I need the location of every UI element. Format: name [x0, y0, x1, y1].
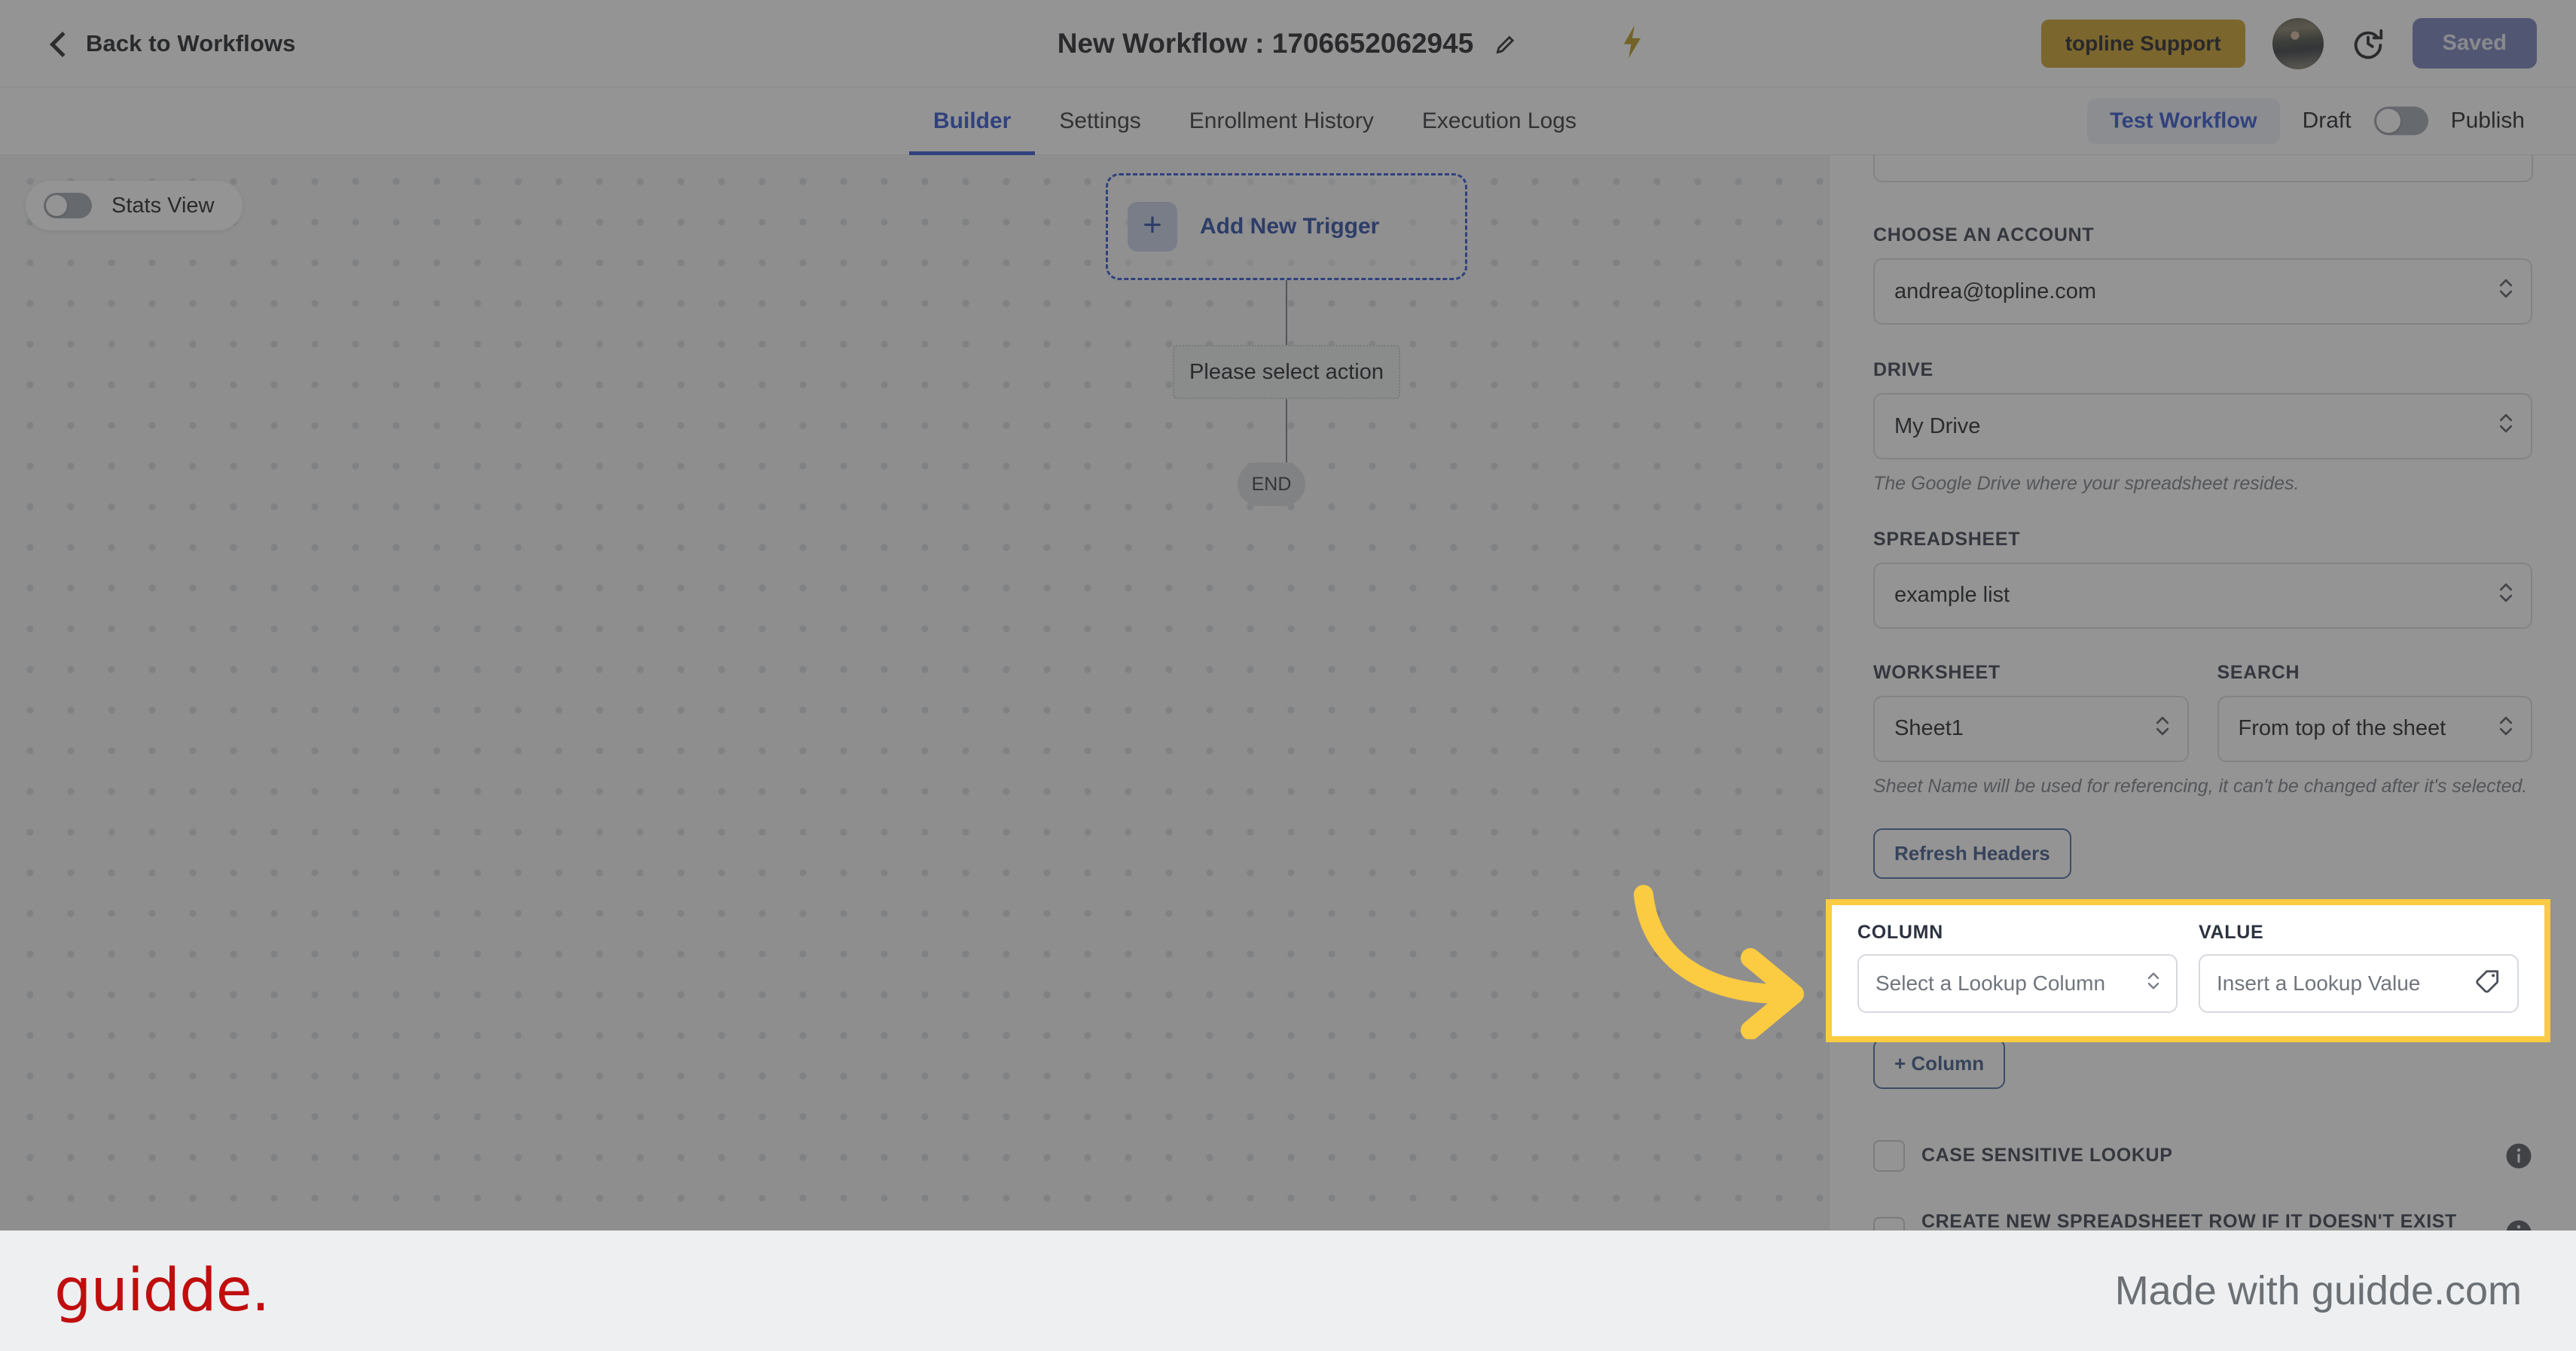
lookup-column-value-highlight: COLUMN Select a Lookup Column VALUE Inse…	[1826, 899, 2550, 1042]
case-sensitive-lookup-label: Case Sensitive Lookup	[1921, 1145, 2173, 1166]
search-select[interactable]: From top of the sheet	[2217, 695, 2532, 762]
add-column-button[interactable]: + Column	[1873, 1038, 2006, 1089]
account-label: Choose an Account	[1873, 224, 2095, 245]
drive-label: Drive	[1873, 359, 1934, 380]
drive-helper-text: The Google Drive where your spreadsheet …	[1873, 473, 2300, 494]
action-config-panel: Choose an Account andrea@topline.com Dri…	[1829, 155, 2576, 1351]
publish-toggle-knob	[2376, 108, 2401, 133]
chevron-left-icon	[48, 33, 69, 54]
chevron-updown-icon	[2146, 968, 2161, 999]
stats-view-switch[interactable]	[44, 193, 92, 218]
spreadsheet-select[interactable]: example list	[1873, 562, 2532, 629]
chevron-updown-icon	[2154, 712, 2171, 746]
save-button[interactable]: Saved	[2412, 18, 2537, 69]
lookup-column-placeholder: Select a Lookup Column	[1876, 971, 2106, 995]
plus-icon: +	[1128, 202, 1177, 252]
guidde-logo: guidde.	[54, 1257, 270, 1325]
worksheet-select[interactable]: Sheet1	[1873, 695, 2189, 762]
worksheet-search-row: Worksheet Sheet1 Search From top of the …	[1873, 662, 2532, 762]
account-value: andrea@topline.com	[1894, 279, 2097, 303]
flow-connector	[1286, 399, 1287, 462]
tag-icon[interactable]	[2474, 967, 2502, 1001]
lightning-bolt-icon[interactable]	[1618, 23, 1647, 63]
support-badge[interactable]: topline Support	[2040, 19, 2245, 68]
column-label: COLUMN	[1857, 922, 1943, 943]
made-with-guidde-label: Made with guidde.com	[2114, 1268, 2522, 1313]
case-sensitive-lookup-checkbox[interactable]	[1873, 1139, 1905, 1172]
top-bar: Back to Workflows New Workflow : 1706652…	[0, 0, 2576, 87]
end-node: END	[1238, 462, 1305, 506]
value-label: VALUE	[2199, 922, 2264, 943]
guidde-footer: guidde. Made with guidde.com	[0, 1231, 2576, 1351]
test-workflow-button[interactable]: Test Workflow	[2087, 98, 2280, 144]
spreadsheet-field-group: Spreadsheet example list	[1873, 529, 2532, 629]
workflow-title-area: New Workflow : 1706652062945	[1058, 28, 1519, 59]
back-to-workflows-label: Back to Workflows	[86, 29, 296, 56]
case-sensitive-lookup-row[interactable]: Case Sensitive Lookup	[1873, 1133, 2532, 1179]
scrolled-off-input[interactable]	[1873, 155, 2533, 182]
add-new-trigger-label: Add New Trigger	[1200, 214, 1380, 239]
drive-value: My Drive	[1894, 413, 1981, 438]
app-root: Back to Workflows New Workflow : 1706652…	[0, 0, 2576, 1351]
lookup-value-input[interactable]: Insert a Lookup Value	[2199, 954, 2519, 1013]
worksheet-field-group: Worksheet Sheet1	[1873, 662, 2189, 762]
tab-builder[interactable]: Builder	[909, 87, 1035, 155]
add-new-trigger-button[interactable]: + Add New Trigger	[1106, 173, 1467, 280]
publish-toggle[interactable]	[2373, 106, 2428, 136]
sheet-helper-text: Sheet Name will be used for referencing,…	[1873, 775, 2528, 797]
tab-enrollment-history[interactable]: Enrollment History	[1165, 87, 1398, 155]
lookup-value-placeholder: Insert a Lookup Value	[2217, 971, 2421, 995]
back-to-workflows-button[interactable]: Back to Workflows	[48, 30, 295, 57]
pencil-icon[interactable]	[1493, 31, 1518, 56]
worksheet-label: Worksheet	[1873, 661, 2001, 683]
search-field-group: Search From top of the sheet	[2217, 661, 2532, 762]
stats-view-label: Stats View	[111, 193, 215, 218]
spreadsheet-label: Spreadsheet	[1873, 528, 2021, 550]
flow-connector	[1286, 280, 1287, 345]
tab-execution-logs[interactable]: Execution Logs	[1398, 87, 1601, 155]
stats-view-knob	[46, 195, 67, 216]
curved-arrow-right-icon	[1604, 874, 1830, 1043]
info-icon[interactable]	[2505, 1142, 2532, 1170]
search-value: From top of the sheet	[2238, 716, 2446, 741]
select-action-node[interactable]: Please select action	[1173, 345, 1400, 399]
drive-field-group: Drive My Drive The Google Drive where yo…	[1873, 359, 2532, 497]
tab-bar: Builder Settings Enrollment History Exec…	[0, 87, 2576, 155]
stats-view-toggle[interactable]: Stats View	[26, 181, 243, 230]
history-clock-icon[interactable]	[2351, 26, 2385, 61]
top-bar-actions: topline Support Saved	[2040, 17, 2537, 69]
drive-select[interactable]: My Drive	[1873, 393, 2532, 459]
chevron-updown-icon	[2498, 712, 2514, 746]
workflow-canvas[interactable]: Stats View + Add New Trigger Please sele…	[0, 155, 1829, 1351]
publish-label: Publish	[2450, 108, 2525, 133]
lookup-column-select[interactable]: Select a Lookup Column	[1857, 954, 2178, 1013]
account-field-group: Choose an Account andrea@topline.com	[1873, 224, 2532, 325]
avatar[interactable]	[2272, 17, 2324, 69]
chevron-updown-icon	[2498, 578, 2514, 613]
search-label: Search	[2217, 661, 2300, 683]
draft-label: Draft	[2302, 108, 2352, 133]
spreadsheet-value: example list	[1894, 583, 2010, 608]
refresh-headers-button[interactable]: Refresh Headers	[1873, 828, 2071, 879]
chevron-updown-icon	[2498, 409, 2514, 444]
chevron-updown-icon	[2498, 274, 2514, 309]
account-select[interactable]: andrea@topline.com	[1873, 258, 2532, 325]
tab-settings[interactable]: Settings	[1035, 87, 1164, 155]
tabs-list: Builder Settings Enrollment History Exec…	[909, 87, 1601, 155]
page-title: New Workflow : 1706652062945	[1057, 27, 1474, 59]
worksheet-value: Sheet1	[1894, 716, 1964, 741]
tab-bar-actions: Test Workflow Draft Publish	[2087, 98, 2525, 144]
column-field-group: COLUMN Select a Lookup Column	[1857, 922, 2178, 1013]
value-field-group: VALUE Insert a Lookup Value	[2199, 922, 2519, 1013]
